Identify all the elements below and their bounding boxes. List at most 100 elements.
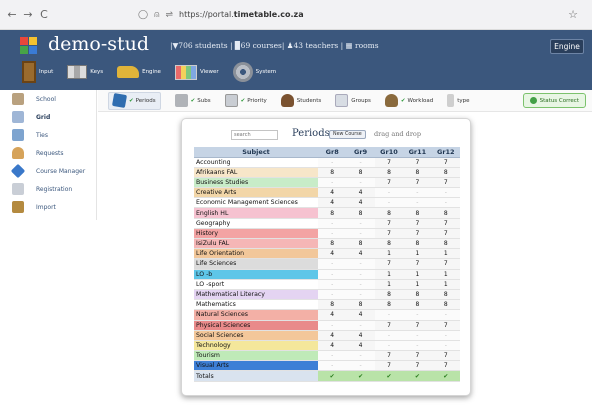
table-row[interactable]: Tourism - -7 7 7	[194, 350, 460, 362]
subject-cell[interactable]: Accounting	[194, 157, 318, 168]
period-cell[interactable]: -	[403, 197, 432, 209]
period-cell[interactable]: 1	[431, 269, 460, 280]
period-cell[interactable]: 8	[403, 299, 432, 311]
subject-cell[interactable]: IsiZulu FAL	[194, 238, 318, 250]
table-row[interactable]: LO -b - -1 1 1	[194, 269, 460, 280]
period-cell[interactable]: -	[318, 177, 347, 189]
period-cell[interactable]: 7	[431, 320, 460, 331]
period-cell[interactable]: -	[346, 279, 375, 290]
period-cell[interactable]: 8	[374, 299, 404, 311]
period-cell[interactable]: 8	[346, 299, 375, 311]
subject-cell[interactable]: LO -sport	[194, 279, 318, 290]
subject-cell[interactable]: Mathematics	[194, 299, 318, 311]
period-cell[interactable]: 7	[431, 258, 460, 270]
subject-cell[interactable]: English HL	[194, 207, 318, 219]
table-row[interactable]: Mathematical Literacy - -8 8 8	[194, 289, 460, 301]
table-row[interactable]: Physical Sciences - -7 7 7	[194, 320, 460, 331]
period-cell[interactable]: 7	[403, 218, 432, 229]
subject-cell[interactable]: Social Sciences	[194, 330, 318, 341]
table-row[interactable]: Mathematics 8 8 8 8 8	[194, 299, 460, 311]
period-cell[interactable]: -	[374, 309, 404, 321]
table-row[interactable]: LO -sport - -1 1 1	[194, 279, 460, 290]
period-cell[interactable]: 1	[374, 279, 404, 290]
address-bar[interactable]: ◯ ⍝ ⇌ https://portal. timetable.co.za	[138, 10, 304, 20]
period-cell[interactable]: 4	[318, 340, 347, 352]
period-cell[interactable]: 8	[431, 207, 460, 219]
sidebar-item-grid[interactable]: Grid	[0, 108, 96, 126]
period-cell[interactable]: -	[318, 228, 347, 240]
period-cell[interactable]: 8	[318, 207, 347, 219]
sidebar-item-school[interactable]: School	[0, 90, 96, 108]
nav-keys[interactable]: Keys	[67, 65, 103, 79]
forward-icon[interactable]: →	[20, 8, 36, 21]
period-cell[interactable]: 8	[403, 289, 432, 301]
period-cell[interactable]: 7	[403, 258, 432, 270]
period-cell[interactable]: 7	[431, 350, 460, 362]
period-cell[interactable]: 7	[403, 350, 432, 362]
table-row[interactable]: Creative Arts 4 4- - -	[194, 187, 460, 199]
period-cell[interactable]: -	[346, 228, 375, 240]
subject-cell[interactable]: History	[194, 228, 318, 240]
period-cell[interactable]: 4	[318, 330, 347, 341]
period-cell[interactable]: 7	[403, 320, 432, 331]
period-cell[interactable]: -	[431, 340, 460, 352]
period-cell[interactable]: 4	[346, 309, 375, 321]
table-row[interactable]: Economic Management Sciences 4 4- - -	[194, 197, 460, 209]
column-header-grade[interactable]: Gr9	[346, 147, 375, 158]
period-cell[interactable]: 4	[346, 248, 375, 260]
period-cell[interactable]: 7	[374, 228, 404, 240]
table-row[interactable]: Visual Arts - -7 7 7	[194, 360, 460, 372]
period-cell[interactable]: 7	[431, 228, 460, 240]
period-cell[interactable]: -	[318, 157, 347, 168]
period-cell[interactable]: 7	[374, 218, 404, 229]
column-header-grade[interactable]: Gr12	[431, 147, 460, 158]
period-cell[interactable]: -	[318, 258, 347, 270]
column-header-grade[interactable]: Gr10	[374, 147, 404, 158]
period-cell[interactable]: -	[318, 279, 347, 290]
table-row[interactable]: Life Orientation 4 4 1 1 1	[194, 248, 460, 260]
subject-cell[interactable]: Natural Sciences	[194, 309, 318, 321]
sidebar-item-course-manager[interactable]: Course Manager	[0, 162, 96, 180]
period-cell[interactable]: 7	[403, 360, 432, 372]
period-cell[interactable]: 7	[374, 320, 404, 331]
subject-cell[interactable]: Life Orientation	[194, 248, 318, 260]
period-cell[interactable]: 4	[346, 340, 375, 352]
period-cell[interactable]: 8	[374, 167, 404, 178]
period-cell[interactable]: 1	[431, 248, 460, 260]
table-row[interactable]: IsiZulu FAL 8 8 8 8 8	[194, 238, 460, 250]
subject-cell[interactable]: Physical Sciences	[194, 320, 318, 331]
status-correct-button[interactable]: Status Correct	[522, 93, 586, 108]
period-cell[interactable]: 8	[318, 167, 347, 178]
period-cell[interactable]: 7	[431, 157, 460, 168]
tab-periods[interactable]: ✔ Periods	[108, 91, 161, 110]
period-cell[interactable]: 7	[431, 177, 460, 189]
reload-icon[interactable]: C	[36, 8, 52, 21]
period-cell[interactable]: 7	[374, 177, 404, 189]
period-cell[interactable]: 4	[346, 330, 375, 341]
period-cell[interactable]: 7	[431, 360, 460, 372]
tab-priority[interactable]: ✔ Priority	[224, 92, 267, 110]
period-cell[interactable]: 4	[346, 187, 375, 199]
new-course-button[interactable]: New Course	[329, 130, 366, 139]
tab-workload[interactable]: ✔ Workload	[384, 92, 433, 110]
subject-cell[interactable]: Life Sciences	[194, 258, 318, 270]
period-cell[interactable]: -	[403, 330, 432, 341]
table-row[interactable]: Afrikaans FAL 8 8 8 8 8	[194, 167, 460, 178]
period-cell[interactable]: -	[431, 330, 460, 341]
period-cell[interactable]: -	[346, 320, 375, 331]
subject-cell[interactable]: Economic Management Sciences	[194, 197, 318, 209]
nav-system[interactable]: System	[232, 62, 276, 82]
period-cell[interactable]: -	[318, 320, 347, 331]
column-header-subject[interactable]: Subject	[194, 147, 318, 158]
period-cell[interactable]: -	[346, 258, 375, 270]
table-row[interactable]: Life Sciences - -7 7 7	[194, 258, 460, 270]
period-cell[interactable]: 8	[374, 238, 404, 250]
period-cell[interactable]: 8	[346, 167, 375, 178]
period-cell[interactable]: -	[346, 218, 375, 229]
period-cell[interactable]: -	[346, 269, 375, 280]
period-cell[interactable]: 4	[318, 248, 347, 260]
subject-cell[interactable]: Visual Arts	[194, 360, 318, 372]
period-cell[interactable]: 1	[374, 248, 404, 260]
table-row[interactable]: History - -7 7 7	[194, 228, 460, 240]
search-input[interactable]	[231, 130, 278, 140]
